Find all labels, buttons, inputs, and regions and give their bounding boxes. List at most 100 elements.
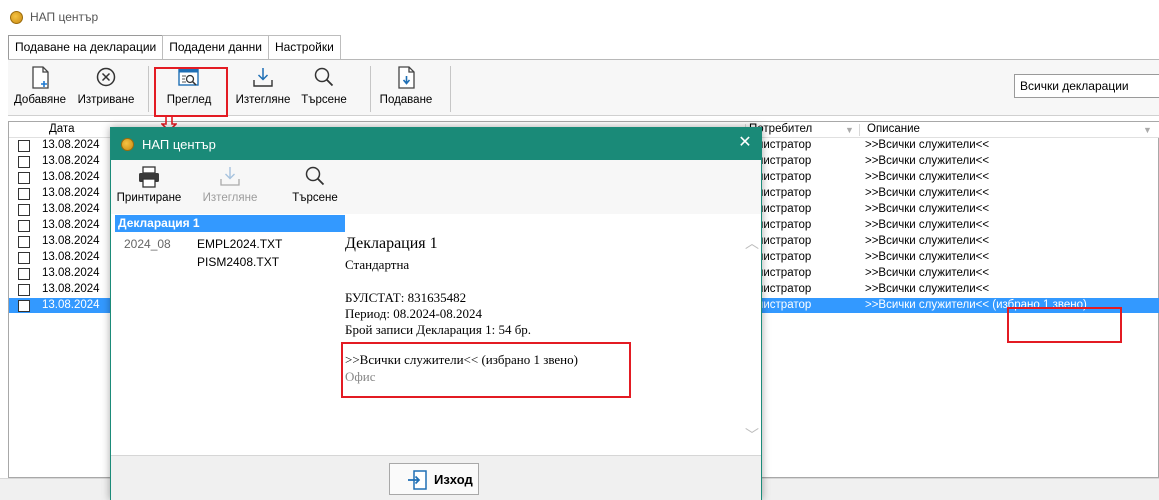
preview-title: Декларация 1 (345, 235, 438, 252)
row-description: >>Всички служители<< (865, 155, 990, 167)
declaration-preview-pane: Декларация 1 Стандартна БУЛСТАТ: 8316354… (345, 215, 759, 455)
dialog-toolbar: Принтиране Изтегляне Търсене (111, 160, 761, 214)
row-user: нистратор (757, 203, 812, 215)
main-tabs: Подаване на декларации Подадени данни На… (8, 35, 341, 59)
printer-icon (139, 166, 159, 188)
add-label: Добавяне (14, 94, 66, 106)
scroll-up-chevron-icon[interactable]: ︿ (745, 233, 759, 251)
row-checkbox[interactable] (18, 140, 30, 152)
declaration-filter-select[interactable]: Всички декларации (1014, 74, 1159, 98)
dialog-search-button[interactable]: Търсене (287, 164, 343, 212)
toolbar-separator (148, 66, 149, 112)
main-titlebar: НАП център (0, 0, 1159, 36)
exit-label: Изход (434, 472, 473, 487)
dialog-titlebar: НАП център ✕ (111, 128, 761, 160)
row-checkbox[interactable] (18, 204, 30, 216)
dialog-download-button[interactable]: Изтегляне (199, 164, 261, 212)
row-date: 13.08.2024 (42, 187, 100, 199)
delete-button[interactable]: Изтриване (70, 64, 142, 114)
download-tray-icon (253, 68, 273, 87)
preview-period: Период: 08.2024-08.2024 (345, 306, 483, 321)
annotation-highlight-selection (1007, 307, 1122, 343)
submit-label: Подаване (379, 94, 433, 106)
close-icon[interactable]: ✕ (735, 133, 755, 153)
add-button[interactable]: Добавяне (10, 64, 70, 114)
print-button[interactable]: Принтиране (113, 164, 185, 212)
tab-submit-declarations[interactable]: Подаване на декларации (8, 35, 164, 59)
row-date: 13.08.2024 (42, 267, 100, 279)
row-date: 13.08.2024 (42, 219, 100, 231)
sort-chevron-icon: ▼ (1143, 125, 1152, 135)
row-user: нистратор (757, 251, 812, 263)
dialog-search-label: Търсене (292, 192, 338, 204)
row-user: нистратор (757, 139, 812, 151)
dialog-footer: Изход (111, 455, 761, 500)
row-user: нистратор (757, 155, 812, 167)
row-description: >>Всички служители<< (865, 235, 990, 247)
search-icon (314, 67, 334, 87)
row-description: >>Всички служители<< (865, 219, 990, 231)
row-description: >>Всички служители<< (865, 251, 990, 263)
row-description: >>Всички служители<< (865, 171, 990, 183)
row-user: нистратор (757, 235, 812, 247)
row-checkbox[interactable] (18, 284, 30, 296)
row-date: 13.08.2024 (42, 139, 100, 151)
preview-record-count: Брой записи Декларация 1: 54 бр. (345, 322, 532, 337)
exit-arrow-icon (408, 470, 427, 490)
row-description: >>Всички служители<< (865, 139, 990, 151)
download-button[interactable]: Изтегляне (230, 64, 296, 114)
scroll-down-chevron-icon[interactable]: ﹀ (745, 425, 759, 443)
preview-bulstat: БУЛСТАТ: 831635482 (345, 290, 467, 305)
row-user: нистратор (757, 283, 812, 295)
tab-settings[interactable]: Настройки (267, 35, 341, 59)
row-date: 13.08.2024 (42, 155, 100, 167)
tree-period: 2024_08 (124, 237, 171, 251)
tree-item-declaration[interactable]: Декларация 1 (115, 215, 345, 232)
row-user: нистратор (757, 219, 812, 231)
dialog-download-label: Изтегляне (202, 192, 258, 204)
submit-document-icon (398, 66, 415, 89)
tree-file-item[interactable]: PISM2408.TXT (197, 255, 279, 269)
declaration-tree: Декларация 1 2024_08 EMPL2024.TXT PISM24… (115, 215, 345, 455)
row-checkbox[interactable] (18, 220, 30, 232)
exit-button[interactable]: Изход (389, 463, 479, 495)
delete-circle-icon (96, 67, 116, 87)
column-divider (859, 124, 860, 136)
tree-file-item[interactable]: EMPL2024.TXT (197, 237, 282, 251)
toolbar-separator (370, 66, 371, 112)
tab-submitted-data[interactable]: Подадени данни (162, 35, 269, 59)
row-checkbox[interactable] (18, 188, 30, 200)
row-user: нистратор (757, 299, 812, 311)
row-date: 13.08.2024 (42, 299, 100, 311)
new-document-icon (32, 66, 49, 89)
row-user: нистратор (757, 171, 812, 183)
row-checkbox[interactable] (18, 300, 30, 312)
row-user: нистратор (757, 187, 812, 199)
row-checkbox[interactable] (18, 268, 30, 280)
search-label: Търсене (301, 94, 347, 106)
submit-button[interactable]: Подаване (374, 64, 438, 114)
row-date: 13.08.2024 (42, 251, 100, 263)
column-header-date[interactable]: Дата (49, 123, 74, 135)
row-date: 13.08.2024 (42, 235, 100, 247)
preview-dialog: НАП център ✕ Принтиране Изтегляне Търсен… (110, 127, 762, 500)
window-title: НАП център (30, 10, 99, 24)
row-description: >>Всички служители<< (865, 283, 990, 295)
download-label: Изтегляне (235, 94, 291, 106)
row-checkbox[interactable] (18, 236, 30, 248)
row-date: 13.08.2024 (42, 171, 100, 183)
row-description: >>Всички служители<< (865, 187, 990, 199)
dialog-title: НАП център (142, 137, 216, 152)
annotation-highlight-preview-selection (341, 342, 631, 398)
row-checkbox[interactable] (18, 172, 30, 184)
search-button[interactable]: Търсене (296, 64, 352, 114)
row-checkbox[interactable] (18, 252, 30, 264)
app-logo-icon (10, 11, 23, 24)
column-header-description[interactable]: Описание (867, 123, 920, 135)
row-checkbox[interactable] (18, 156, 30, 168)
row-user: нистратор (757, 267, 812, 279)
row-date: 13.08.2024 (42, 283, 100, 295)
delete-label: Изтриване (77, 94, 135, 106)
sort-chevron-icon: ▼ (845, 125, 854, 135)
app-logo-icon (121, 138, 134, 151)
